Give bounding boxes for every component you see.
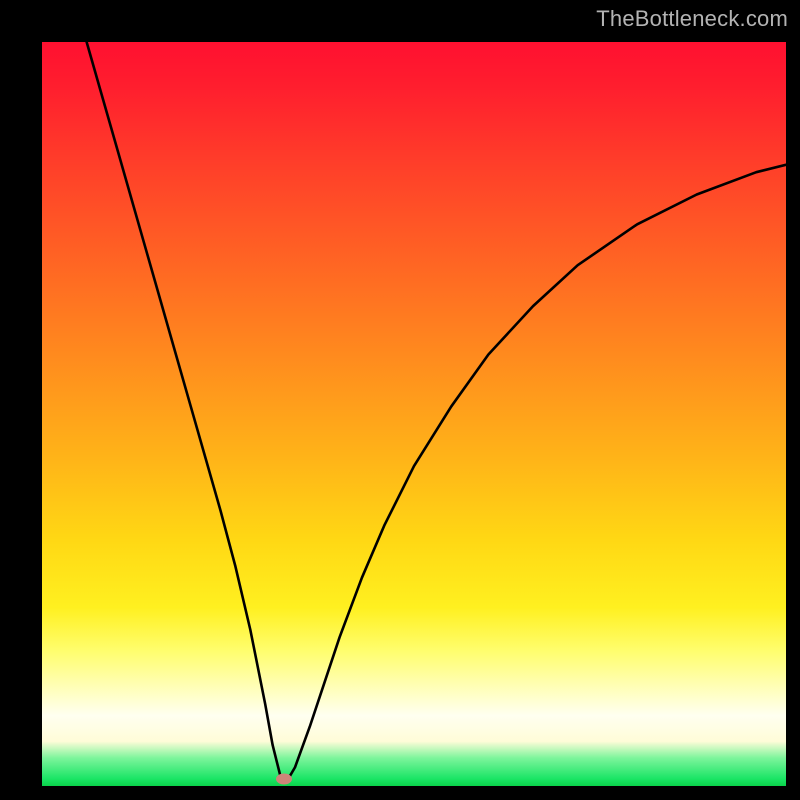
curve-path [87,42,786,780]
watermark-text: TheBottleneck.com [596,6,788,32]
bottleneck-curve [42,42,786,786]
plot-area [42,42,786,786]
chart-frame: TheBottleneck.com [0,0,800,800]
minimum-marker [276,773,292,784]
